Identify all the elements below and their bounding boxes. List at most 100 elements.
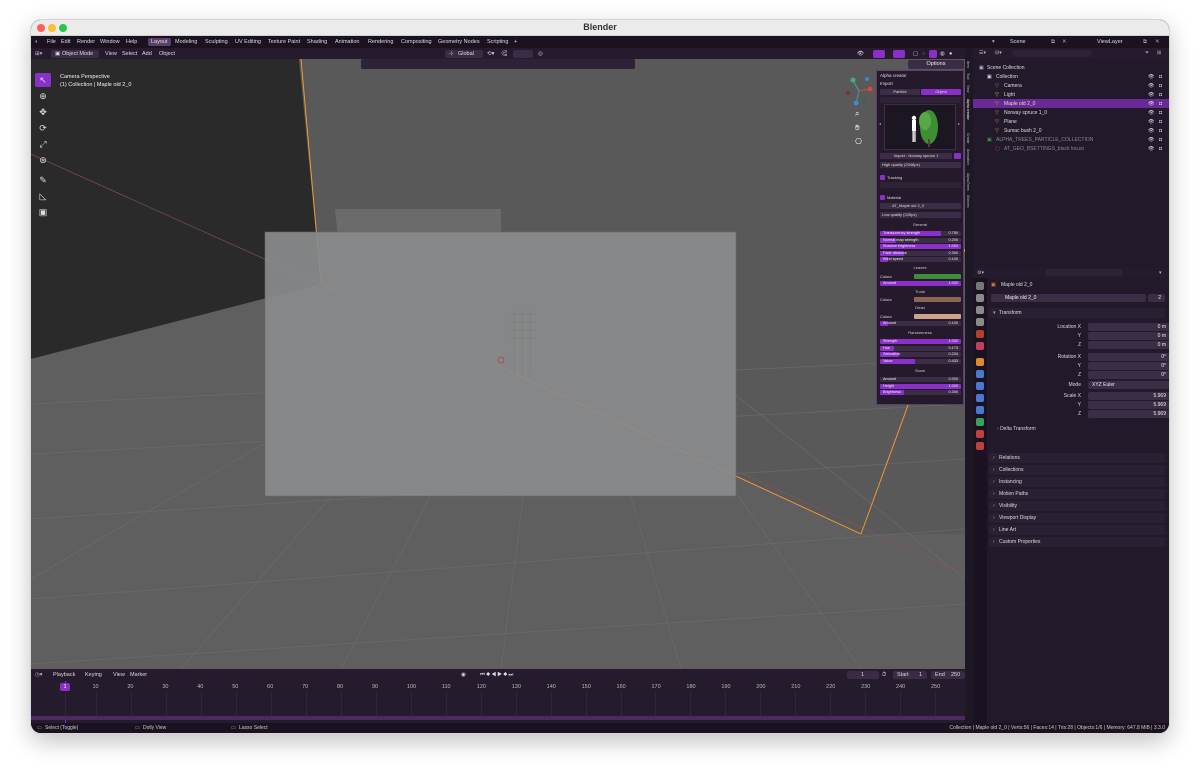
tab-view[interactable]: View xyxy=(966,85,970,93)
tracking-target-field[interactable] xyxy=(880,182,961,188)
menu-render[interactable]: Render xyxy=(77,39,95,45)
camera-render-icon[interactable]: ◘ xyxy=(1159,83,1162,89)
gizmo-toggle[interactable] xyxy=(873,50,885,58)
dead-amount-slider[interactable]: Amount 0.100 xyxy=(880,321,961,326)
tab-geometry-nodes[interactable]: Geometry Nodes xyxy=(435,38,483,46)
camera-view-icon[interactable]: ⎔ xyxy=(855,137,862,146)
delta-transform-header[interactable]: › Delta Transform xyxy=(997,426,1036,432)
object-mode-button[interactable]: Object xyxy=(921,89,961,95)
dead-colour-swatch[interactable] xyxy=(914,314,961,319)
view-layer-name[interactable]: ViewLayer xyxy=(1097,39,1123,45)
menu-view-timeline[interactable]: View xyxy=(113,672,125,678)
properties-editor-icon[interactable]: ⚙︎▾ xyxy=(977,270,984,276)
menu-keying[interactable]: Keying xyxy=(85,672,102,678)
general-slider-2[interactable]: Shadow brightness 1.000 xyxy=(880,244,961,249)
import-asset-button[interactable]: Import : Norway spruce 1 xyxy=(880,153,952,159)
menu-window[interactable]: Window xyxy=(100,39,120,45)
quality-low-dropdown[interactable]: Low quality (245px) xyxy=(880,212,961,218)
scale-z-field[interactable]: 5.969 xyxy=(1088,410,1169,418)
prev-asset-icon[interactable]: ◂ xyxy=(879,121,881,126)
panel-header-visibility[interactable]: › Visibility xyxy=(989,501,1165,511)
particle-mode-button[interactable]: Particle xyxy=(880,89,920,95)
snow-slider-1[interactable]: Height 1.000 xyxy=(880,383,961,389)
tab-scripting[interactable]: Scripting xyxy=(484,38,511,46)
material-name-field[interactable]: AT_Maple old 2_0 xyxy=(880,203,961,209)
snap-icon[interactable]: 🧲︎ xyxy=(501,51,508,57)
shading-solid-toggle[interactable] xyxy=(929,50,937,58)
outliner-row[interactable]: ▽ Camera 👁︎ ◘ xyxy=(973,81,1169,90)
scale-y-field[interactable]: 5.969 xyxy=(1088,401,1169,409)
add-cube-tool-icon[interactable]: ▣ xyxy=(35,205,51,219)
tab-uv-editing[interactable]: UV Editing xyxy=(232,38,264,46)
filter-icon[interactable]: ⏷ xyxy=(1145,50,1149,56)
tree-preview[interactable] xyxy=(884,104,956,150)
3d-viewport[interactable]: Camera Perspective (1) Collection | Mapl… xyxy=(31,59,965,669)
eye-icon[interactable]: 👁︎ xyxy=(1148,110,1154,116)
blender-logo-icon[interactable]: ◐ xyxy=(35,39,38,45)
outliner-row[interactable]: ▣ ALPHA_TREES_PARTICLE_COLLECTION 👁︎ ◘ xyxy=(973,135,1169,144)
tab-modeling[interactable]: Modeling xyxy=(172,38,200,46)
tab-shelves[interactable]: Shelves xyxy=(966,195,970,207)
randomness-slider-3[interactable]: Value 0.433 xyxy=(880,358,961,364)
tool-settings-strip[interactable] xyxy=(361,59,635,69)
playback-controls-icon[interactable]: ⏮◆◀▶◆⏭ xyxy=(480,672,514,679)
outliner-row[interactable]: ▢ AT_GEO_BSETTINGS_black locust 👁︎ ◘ xyxy=(973,144,1169,153)
location-z-field[interactable]: 0 m xyxy=(1088,341,1169,349)
leaves-colour-swatch[interactable] xyxy=(914,274,961,279)
camera-render-icon[interactable]: ◘ xyxy=(1159,128,1162,134)
tab-create[interactable]: Create xyxy=(966,133,970,144)
camera-render-icon[interactable]: ◘ xyxy=(1159,137,1162,143)
editor-type-icon[interactable]: ⊞▾ xyxy=(35,51,42,57)
camera-render-icon[interactable]: ◘ xyxy=(1159,74,1162,80)
scale-tool-icon[interactable]: ⤢ xyxy=(35,137,51,151)
material-props-icon[interactable] xyxy=(976,430,984,438)
properties-options-icon[interactable]: ▾ xyxy=(1159,270,1162,276)
world-props-icon[interactable] xyxy=(976,342,984,350)
camera-render-icon[interactable]: ◘ xyxy=(1159,101,1162,107)
new-collection-icon[interactable]: ⊞ xyxy=(1157,50,1161,56)
output-props-icon[interactable] xyxy=(976,306,984,314)
shading-wire-icon[interactable]: ◌ xyxy=(922,51,925,57)
leaves-amount-slider[interactable]: Amount 1.000 xyxy=(880,281,961,286)
object-datablock-field[interactable]: Maple old 2_0 xyxy=(991,294,1146,302)
navigation-gizmo[interactable] xyxy=(844,76,874,106)
tab-animation-sidebar[interactable]: Animation xyxy=(966,149,970,165)
tab-rendering[interactable]: Rendering xyxy=(365,38,396,46)
tab-item[interactable]: Item xyxy=(966,61,970,68)
general-slider-0[interactable]: Translucency strength 0.750 xyxy=(880,231,961,236)
randomness-slider-1[interactable]: Hue 0.173 xyxy=(880,345,961,351)
snow-slider-0[interactable]: Amount 0.000 xyxy=(880,377,961,382)
tab-alpha-creator[interactable]: Alpha creator xyxy=(966,99,970,120)
scene-delete-icon[interactable]: ✕ xyxy=(1062,39,1067,45)
outliner-row[interactable]: ▽ Maple old 2_0 👁︎ ◘ xyxy=(973,99,1169,108)
transform-tool-icon[interactable]: ⊛ xyxy=(35,153,51,167)
tab-compositing[interactable]: Compositing xyxy=(398,38,435,46)
outliner-row[interactable]: ▽ Plane 👁︎ ◘ xyxy=(973,117,1169,126)
rotation-mode-dropdown[interactable]: XYZ Euler xyxy=(1088,381,1169,389)
scale-x-field[interactable]: 5.969 xyxy=(1088,392,1169,400)
object-props-icon[interactable] xyxy=(976,358,984,366)
transform-panel-header[interactable]: ▾ Transform xyxy=(989,308,1165,318)
proportional-edit-icon[interactable]: ◎ xyxy=(538,51,543,57)
properties-search-input[interactable] xyxy=(1045,269,1123,276)
timeline-scrollbar[interactable] xyxy=(31,716,965,720)
select-tool-icon[interactable]: ↖ xyxy=(35,73,51,87)
render-props-icon[interactable] xyxy=(976,294,984,302)
scene-name[interactable]: Scene xyxy=(1010,39,1026,45)
scene-icon[interactable]: ▾ xyxy=(992,39,995,45)
eye-icon[interactable]: 👁︎ xyxy=(1148,74,1154,80)
zoom-icon[interactable]: ⌕ xyxy=(855,109,859,119)
menu-object[interactable]: Object xyxy=(159,51,175,57)
camera-render-icon[interactable]: ◘ xyxy=(1159,110,1162,116)
pan-hand-icon[interactable]: ✋︎ xyxy=(855,123,860,133)
camera-render-icon[interactable]: ◘ xyxy=(1159,146,1162,152)
tab-sculpting[interactable]: Sculpting xyxy=(202,38,231,46)
next-asset-icon[interactable]: ▸ xyxy=(958,121,960,126)
randomness-slider-2[interactable]: Saturation 0.234 xyxy=(880,352,961,357)
scene-collection-row[interactable]: ▣ Scene Collection xyxy=(973,63,1169,72)
panel-header-collections[interactable]: › Collections xyxy=(989,465,1165,475)
tool-props-icon[interactable] xyxy=(976,282,984,290)
preview-range-icon[interactable]: ⏱ xyxy=(882,672,886,679)
texture-props-icon[interactable] xyxy=(976,442,984,450)
particle-props-icon[interactable] xyxy=(976,382,984,390)
